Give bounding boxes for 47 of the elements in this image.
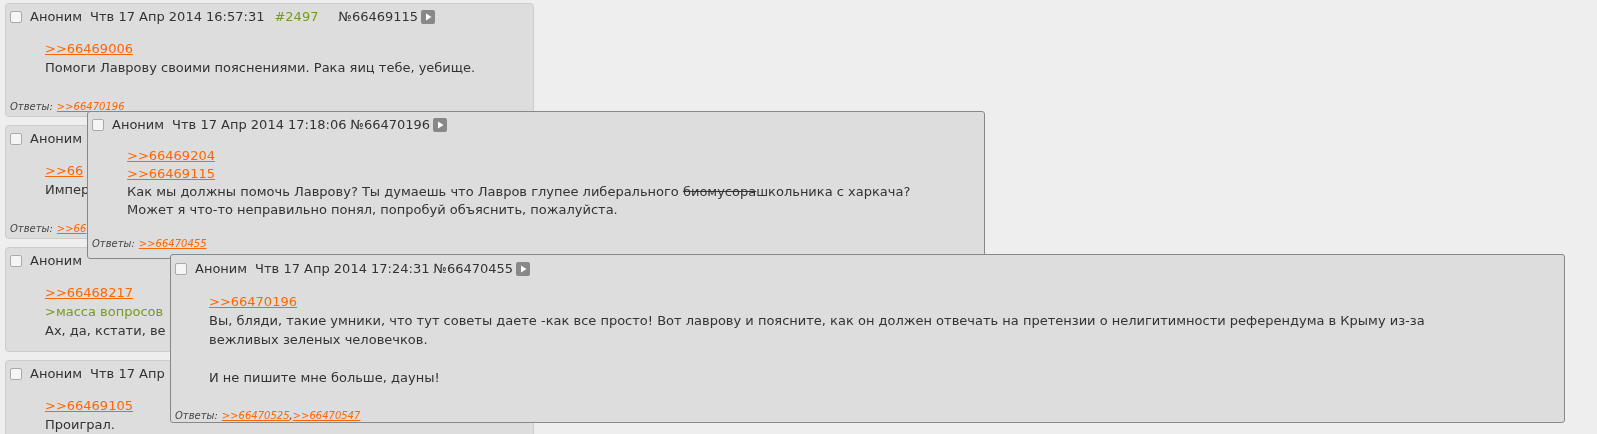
post-checkbox[interactable] bbox=[175, 263, 187, 275]
post-date: Чтв 17 Апр 2014 17:24:31 bbox=[255, 260, 430, 279]
reply-link[interactable]: >>66469006 bbox=[45, 41, 133, 56]
post-text: Может я что-то неправильно понял, попробуй объяснить, пожалуйста. bbox=[127, 201, 618, 219]
reply-link[interactable]: >>66470455 bbox=[138, 238, 207, 250]
reply-link[interactable]: >>66 bbox=[56, 223, 87, 235]
reply-link[interactable]: >>66 bbox=[45, 163, 84, 178]
reply-link[interactable]: >>66469105 bbox=[45, 398, 133, 413]
separator-comma: , bbox=[289, 410, 293, 422]
reply-link[interactable]: >>66468217 bbox=[45, 285, 133, 300]
reply-link[interactable]: >>66469115 bbox=[127, 166, 215, 181]
post-checkbox[interactable] bbox=[10, 11, 22, 23]
post-text: Ах, да, кстати, ве bbox=[45, 322, 166, 340]
post-ordinal: #2497 bbox=[274, 8, 319, 27]
post-date: Чтв 17 Апр bbox=[90, 365, 165, 384]
post-text: Проиграл. bbox=[45, 416, 115, 434]
play-icon[interactable] bbox=[516, 262, 531, 276]
post-checkbox[interactable] bbox=[10, 255, 22, 267]
replies-label: Ответы: bbox=[10, 223, 53, 235]
reply-link[interactable]: >>66469204 bbox=[127, 148, 215, 163]
reply-link[interactable]: >>66470196 bbox=[56, 101, 125, 113]
post-checkbox[interactable] bbox=[92, 119, 104, 131]
reply-link[interactable]: >>66470196 bbox=[209, 294, 297, 309]
post-number[interactable]: №66470196 bbox=[350, 115, 431, 135]
post-date: Чтв 17 Апр 2014 17:18:06 bbox=[172, 116, 347, 135]
replies-label: Ответы: bbox=[10, 101, 53, 113]
post-text: Вы, бляди, такие умники, что тут советы даете -как все просто! Вот лаврову и поясните, как он должен отвечать на претензии о нелигитимности референдума в Крыму из-за вежливых зеленых человечков. И не пишите мне больше, дауны! bbox=[209, 312, 1426, 387]
post-text: Импер bbox=[45, 181, 90, 199]
play-icon[interactable] bbox=[421, 10, 436, 24]
post-number[interactable]: №66470455 bbox=[433, 259, 514, 279]
poster-name: Аноним bbox=[30, 365, 83, 384]
poster-name: Аноним bbox=[112, 116, 165, 135]
poster-name: Аноним bbox=[30, 252, 83, 271]
post-text: Как мы должны помочь Лаврову? Ты думаешь что Лавров глупее либерального биомусорашкольника с харкача? bbox=[127, 183, 911, 201]
reply-link[interactable]: >>66470525 bbox=[221, 410, 290, 422]
post-number[interactable]: №66469115 bbox=[338, 7, 419, 27]
reply-link[interactable]: >>66470547 bbox=[292, 410, 361, 422]
replies-label: Ответы: bbox=[175, 410, 218, 422]
poster-name: Аноним bbox=[30, 8, 83, 27]
post-checkbox[interactable] bbox=[10, 368, 22, 380]
post-date: Чтв 17 Апр 2014 16:57:31 bbox=[90, 8, 265, 27]
poster-name: Аноним bbox=[195, 260, 248, 279]
post-checkbox[interactable] bbox=[10, 133, 22, 145]
post-text: Помоги Лаврову своими пояснениями. Рака яиц тебе, уебище. bbox=[45, 59, 476, 77]
poster-name: Аноним bbox=[30, 130, 83, 149]
replies-label: Ответы: bbox=[92, 238, 135, 250]
play-icon[interactable] bbox=[433, 118, 448, 132]
